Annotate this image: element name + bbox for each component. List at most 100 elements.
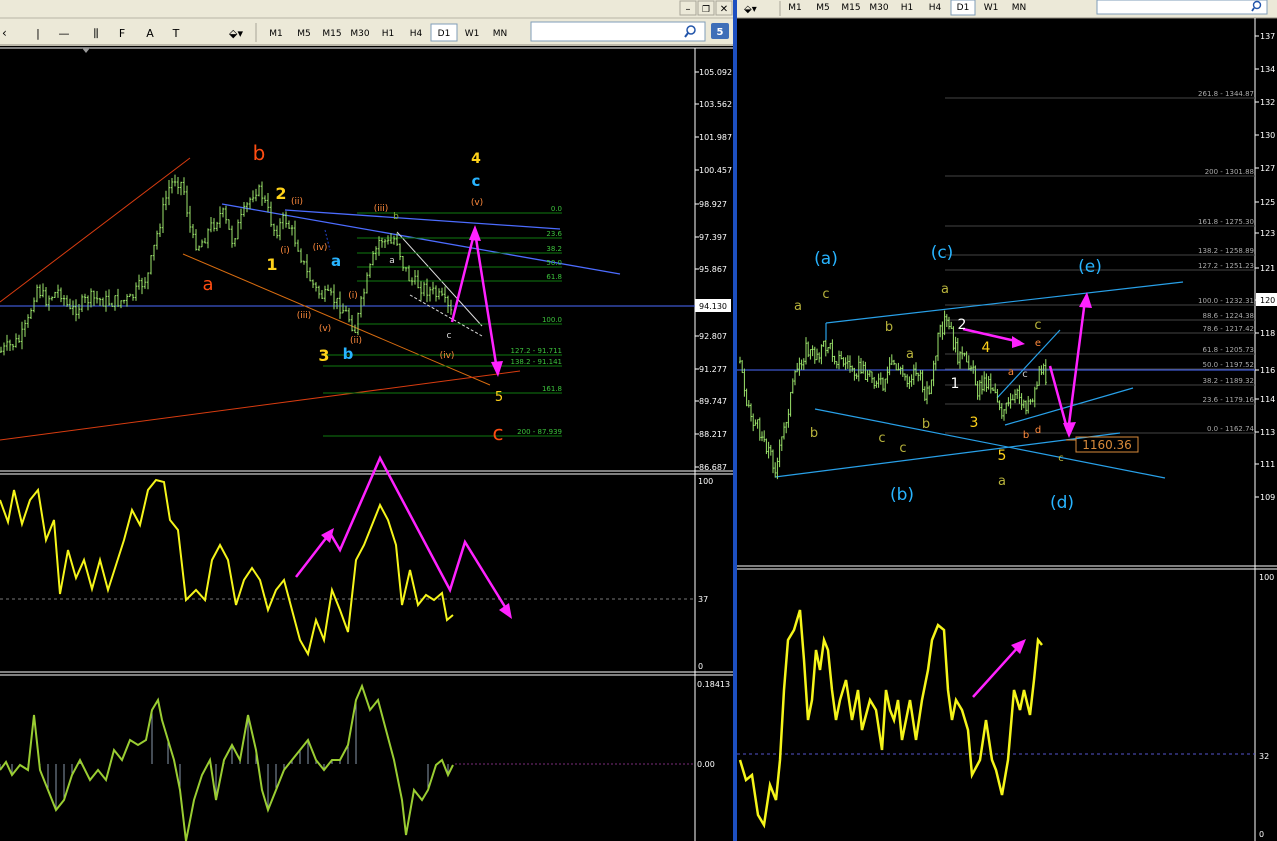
search-input[interactable] xyxy=(530,21,706,42)
fib-level-label: 38.2 xyxy=(546,245,562,253)
right-price-tick: 125 xyxy=(1260,198,1275,207)
trading-workspace: – ❐ ✕ ‹ | — ⫼ F A T ⬙▾ M1 M5 M15 M30 H1 H4 D1 W1 MN 5 xyxy=(0,0,1277,841)
timeframe-m15-button[interactable]: M15 xyxy=(322,29,341,39)
notification-badge[interactable]: 5 xyxy=(711,23,729,39)
svg-text:M5: M5 xyxy=(816,3,830,13)
draw-tool-1-icon[interactable]: — xyxy=(59,27,70,40)
right-wave-label-minor: b xyxy=(922,417,930,432)
right-wave-label-intermediate: 2 xyxy=(958,317,967,333)
wave-label-minor: b xyxy=(343,345,354,363)
svg-text:–: – xyxy=(686,4,691,15)
svg-text:❐: ❐ xyxy=(702,5,710,15)
right-shapes-dropdown-icon[interactable]: ⬙▾ xyxy=(744,4,757,15)
right-price-tick: 109 xyxy=(1260,493,1275,502)
right-price-tick: 121 xyxy=(1260,264,1275,273)
right-price-tick: 134 xyxy=(1260,65,1275,74)
draw-tool-5-icon[interactable]: T xyxy=(172,27,180,40)
timeframe-m1-button[interactable]: M1 xyxy=(269,29,283,39)
wave-label-subminor: (iv) xyxy=(440,351,455,361)
timeframe-h1-button[interactable]: H1 xyxy=(382,29,395,39)
svg-text:W1: W1 xyxy=(984,3,999,13)
draw-tool-0-icon[interactable]: | xyxy=(36,27,40,40)
svg-text:✕: ✕ xyxy=(720,4,728,15)
price-crosshair-value: 1160.36 xyxy=(1082,438,1132,452)
right-timeframe-h4-button[interactable]: H4 xyxy=(929,3,942,13)
close-button[interactable]: ✕ xyxy=(715,0,733,16)
wave-label-minor: a xyxy=(331,252,341,270)
right-price-tick: 127 xyxy=(1260,164,1275,173)
arrow-tool-icon[interactable]: ‹ xyxy=(2,26,7,40)
right-wave-label-primary: (d) xyxy=(1050,493,1074,513)
right-fib-level-label: 23.6 - 1179.16 xyxy=(1202,396,1254,404)
draw-tool-2-icon[interactable]: ⫼ xyxy=(93,27,98,40)
right-fib-level-label: 138.2 - 1258.89 xyxy=(1198,247,1254,255)
right-price-tick: 111 xyxy=(1260,460,1275,469)
wave-label-subminor: (i) xyxy=(280,246,290,256)
timeframe-mn-button[interactable]: MN xyxy=(493,29,508,39)
timeframe-m30-button[interactable]: M30 xyxy=(350,29,369,39)
right-timeframe-h1-button[interactable]: H1 xyxy=(901,3,914,13)
wave-label-intermediate: 1 xyxy=(266,255,277,274)
wave-label-subminor: a xyxy=(389,256,395,266)
right-price-tick: 113 xyxy=(1260,428,1275,437)
timeframe-w1-button[interactable]: W1 xyxy=(465,29,480,39)
timeframe-m5-button[interactable]: M5 xyxy=(297,29,311,39)
fib-level-label: 100.0 xyxy=(542,316,562,324)
fib-level-label: 138.2 - 91.141 xyxy=(510,358,562,366)
right-timeframe-w1-button[interactable]: W1 xyxy=(984,3,999,13)
svg-text:M1: M1 xyxy=(788,3,802,13)
wave-label-intermediate: 3 xyxy=(318,346,329,365)
shapes-dropdown-icon[interactable]: ⬙▾ xyxy=(229,27,243,40)
right-timeframe-m15-button[interactable]: M15 xyxy=(841,3,860,13)
right-wave-label-subminor: c xyxy=(1022,369,1028,380)
draw-tool-4-icon[interactable]: A xyxy=(146,27,154,40)
fib-level-label: 200 - 87.939 xyxy=(517,428,562,436)
right-wave-label-minor: a xyxy=(941,282,949,297)
right-chart-window xyxy=(737,0,1277,841)
right-price-tick: 114 xyxy=(1260,395,1275,404)
left-price-tick: 92.807 xyxy=(699,332,727,341)
right-fib-level-label: 0.0 - 1162.74 xyxy=(1207,425,1255,433)
right-timeframe-d1-button[interactable]: D1 xyxy=(950,0,976,16)
right-timeframe-mn-button[interactable]: MN xyxy=(1012,3,1027,13)
left-price-tick: 100.457 xyxy=(699,166,732,175)
timeframe-d1-button[interactable]: D1 xyxy=(430,23,458,42)
restore-button[interactable]: ❐ xyxy=(697,0,715,16)
wave-label-primary: c xyxy=(493,421,504,445)
left-price-tick: 95.867 xyxy=(699,265,727,274)
window-splitter[interactable] xyxy=(733,0,737,841)
right-rsi-tick: 0 xyxy=(1259,830,1264,839)
right-wave-label-subminor: a xyxy=(1008,367,1014,378)
right-timeframe-m5-button[interactable]: M5 xyxy=(816,3,830,13)
right-wave-label-minor: b xyxy=(885,320,893,335)
svg-text:W1: W1 xyxy=(465,29,480,39)
fib-level-label: 50.0 xyxy=(546,259,562,267)
right-wave-label-subminor: e xyxy=(1035,338,1041,349)
wave-label-subminor: (i) xyxy=(348,291,358,301)
right-timeframe-m1-button[interactable]: M1 xyxy=(788,3,802,13)
right-wave-label-minor: c xyxy=(878,431,885,446)
minimize-button[interactable]: – xyxy=(679,0,697,16)
right-price-tick: 130 xyxy=(1260,131,1275,140)
fib-level-label: 23.6 xyxy=(546,230,562,238)
left-price-tick: 103.562 xyxy=(699,100,732,109)
fib-level-label: 161.8 xyxy=(542,385,562,393)
svg-text:MN: MN xyxy=(493,29,508,39)
right-wave-label-minor: c xyxy=(822,287,829,302)
svg-text:H4: H4 xyxy=(410,29,423,39)
svg-text:H1: H1 xyxy=(901,3,914,13)
svg-text:M15: M15 xyxy=(841,3,860,13)
right-timeframe-m30-button[interactable]: M30 xyxy=(869,3,888,13)
right-fib-level-label: 61.8 - 1205.73 xyxy=(1202,346,1254,354)
right-wave-label-intermediate: 3 xyxy=(970,415,979,431)
timeframe-h4-button[interactable]: H4 xyxy=(410,29,423,39)
right-toolbar: ⬙▾ M1 M5 M15 M30 H1 H4 D1 W1 MN xyxy=(737,0,1277,19)
right-wave-label-minor: b xyxy=(810,426,818,441)
draw-tool-3-icon[interactable]: F xyxy=(119,27,125,40)
wave-label-subminor: (v) xyxy=(471,198,483,208)
left-price-tick: 101.987 xyxy=(699,133,732,142)
left-rsi-tick: 100 xyxy=(698,477,713,486)
wave-label-subminor: (iii) xyxy=(297,311,312,321)
left-osc-tick: 0.18413 xyxy=(697,680,730,689)
right-search-input[interactable] xyxy=(1096,0,1268,15)
